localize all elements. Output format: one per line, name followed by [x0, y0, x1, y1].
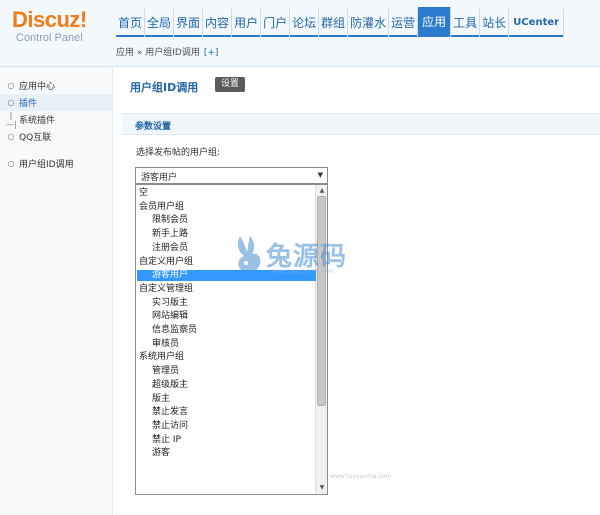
- sidebar-item-label: 插件: [19, 99, 38, 109]
- scroll-down-arrow-icon[interactable]: ▼: [317, 483, 327, 493]
- sidebar-item-label: 用户组ID调用: [19, 160, 74, 170]
- dropdown-option[interactable]: 网站编辑: [152, 311, 314, 322]
- dropdown-option[interactable]: 会员用户组: [139, 202, 314, 213]
- dropdown-option[interactable]: 实习版主: [152, 298, 314, 309]
- dropdown-option[interactable]: 空: [139, 188, 314, 199]
- usergroup-field-label: 选择发布帖的用户组:: [136, 148, 221, 158]
- top-nav: 首页 全局 界面 内容 用户 门户 论坛 群组 防灌水 运营 应用 工具 站长 UCenter: [116, 7, 565, 37]
- sidebar-item-label: QQ互联: [19, 133, 52, 143]
- usergroup-select-value: 游客用户: [141, 173, 178, 183]
- nav-item-9[interactable]: 运营: [389, 9, 419, 37]
- chevron-down-icon: ▼: [317, 171, 323, 179]
- sidebar: ○ 应用中心 ○ 插件 |—| 系统插件 ○ QQ互联 ○ 用户组ID调用: [0, 67, 113, 515]
- bullet-icon: |—|: [6, 110, 17, 129]
- nav-item-12[interactable]: 站长: [480, 9, 510, 37]
- sidebar-item-sidebar-items-3[interactable]: ○ QQ互联: [0, 128, 112, 145]
- nav-item-11[interactable]: 工具: [451, 9, 481, 37]
- breadcrumb: 应用 » 用户组ID调用 [+]: [116, 42, 218, 64]
- logo-text: Discuz!: [12, 7, 87, 32]
- nav-item-10[interactable]: 应用: [418, 7, 452, 37]
- dropdown-option[interactable]: 版主: [152, 394, 314, 405]
- nav-item-13[interactable]: UCenter: [509, 9, 565, 37]
- breadcrumb-text: 应用 » 用户组ID调用: [116, 48, 200, 58]
- bullet-icon: ○: [7, 132, 15, 141]
- watermark-url: www.tuyuanma.com: [272, 268, 334, 275]
- bullet-icon: ○: [7, 98, 15, 107]
- header: Discuz! Control Panel 首页 全局 界面 内容 用户 门户 论坛 群组 防灌…: [0, 0, 600, 67]
- dropdown-option[interactable]: 游客: [152, 448, 314, 459]
- nav-item-0[interactable]: 首页: [116, 9, 146, 37]
- dropdown-option[interactable]: 管理员: [152, 366, 314, 377]
- dropdown-option[interactable]: 禁止访问: [152, 421, 314, 432]
- dropdown-option[interactable]: 限制会员: [152, 215, 314, 226]
- nav-item-8[interactable]: 防灌水: [348, 9, 390, 37]
- section-title: 参数设置: [135, 122, 172, 132]
- nav-item-6[interactable]: 论坛: [290, 9, 320, 37]
- usergroup-select[interactable]: 游客用户 ▼: [135, 167, 328, 184]
- dropdown-option[interactable]: 审核员: [152, 339, 314, 350]
- rabbit-logo-icon: [237, 236, 261, 273]
- scroll-up-arrow-icon[interactable]: ▲: [317, 186, 327, 196]
- sidebar-item-sidebar-sub_items-0[interactable]: ○ 用户组ID调用: [0, 155, 112, 172]
- add-shortcut-link[interactable]: [+]: [204, 48, 219, 58]
- nav-item-2[interactable]: 界面: [174, 9, 204, 37]
- bullet-icon: ○: [7, 159, 15, 168]
- dropdown-option[interactable]: 超级版主: [152, 380, 314, 391]
- section-header: 参数设置: [122, 113, 600, 135]
- sidebar-item-sidebar-items-1[interactable]: ○ 插件: [0, 94, 112, 111]
- sidebar-item-sidebar-items-2[interactable]: |—| 系统插件: [0, 110, 112, 129]
- nav-item-7[interactable]: 群组: [319, 9, 349, 37]
- bullet-icon: ○: [7, 81, 15, 90]
- nav-item-4[interactable]: 用户: [232, 9, 262, 37]
- dropdown-option[interactable]: 禁止 IP: [152, 435, 314, 446]
- dropdown-option[interactable]: 系统用户组: [139, 352, 314, 363]
- dropdown-scrollbar[interactable]: ▲ ▼: [315, 185, 327, 494]
- dropdown-option[interactable]: 信息监察员: [152, 325, 314, 336]
- settings-button[interactable]: 设置: [215, 77, 245, 92]
- sidebar-item-label: 系统插件: [19, 116, 56, 126]
- dropdown-option[interactable]: 自定义管理组: [139, 284, 314, 295]
- sidebar-item-label: 应用中心: [19, 82, 56, 92]
- page-title: 用户组ID调用: [130, 81, 199, 94]
- watermark: 兔源码 www.tuyuanma.com: [232, 234, 372, 284]
- sidebar-item-sidebar-items-0[interactable]: ○ 应用中心: [0, 77, 112, 94]
- main-content: 用户组ID调用 设置 参数设置 选择发布帖的用户组: 游客用户 ▼ ▲ ▼ 空会…: [114, 67, 600, 515]
- nav-item-3[interactable]: 内容: [203, 9, 233, 37]
- nav-item-1[interactable]: 全局: [145, 9, 175, 37]
- watermark-url-bottom: www.tuyuanma.com: [330, 473, 392, 480]
- usergroup-dropdown-list[interactable]: ▲ ▼ 空会员用户组 限制会员 新手上路 注册会员 自定义用户组 游客用户 自定义管理组 实习…: [135, 184, 328, 495]
- logo[interactable]: Discuz! Control Panel: [12, 8, 112, 48]
- nav-item-5[interactable]: 门户: [261, 9, 291, 37]
- logo-subtitle: Control Panel: [16, 32, 83, 44]
- dropdown-option[interactable]: 禁止发言: [152, 407, 314, 418]
- scrollbar-thumb[interactable]: [317, 196, 326, 406]
